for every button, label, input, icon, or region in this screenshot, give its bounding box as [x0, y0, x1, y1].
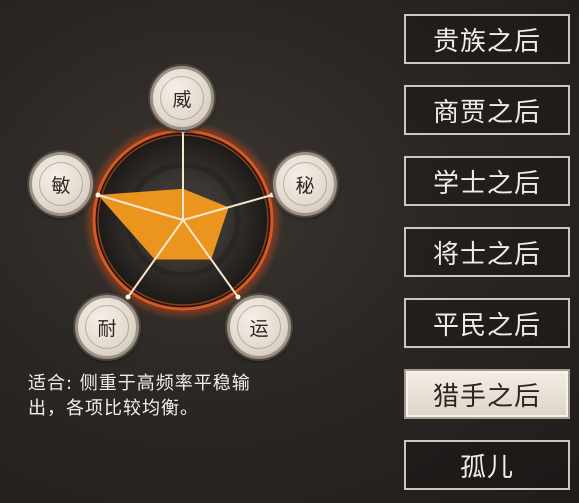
origin-soldier-label: 将士之后 — [432, 239, 541, 270]
origin-description: 适合: 侧重于高频率平稳输 出，各项比较均衡。 — [28, 371, 348, 421]
stat-mystery-label: 秘 — [295, 174, 315, 197]
origin-hunter-button[interactable]: 猎手之后 — [404, 369, 570, 419]
stat-endurance-label: 耐 — [97, 317, 117, 340]
stat-prestige-medallion: 威 — [150, 66, 214, 130]
stat-prestige-label: 威 — [172, 88, 192, 111]
origin-merchant-label: 商贾之后 — [432, 97, 541, 128]
origin-commoner-button[interactable]: 平民之后 — [404, 298, 570, 348]
origin-soldier-button[interactable]: 将士之后 — [404, 227, 570, 277]
origin-commoner-label: 平民之后 — [432, 310, 541, 341]
stat-agility-label: 敏 — [51, 174, 71, 197]
stat-luck-medallion: 运 — [227, 295, 291, 359]
origin-noble-label: 贵族之后 — [432, 26, 541, 57]
origin-description-line2: 出，各项比较均衡。 — [28, 398, 199, 419]
stat-mystery-medallion: 秘 — [273, 152, 337, 216]
radar-spoke-tip-luck — [235, 294, 241, 300]
stat-luck-label: 运 — [249, 317, 269, 340]
origin-noble-button[interactable]: 贵族之后 — [404, 14, 570, 64]
origin-orphan-button[interactable]: 孤儿 — [404, 440, 570, 490]
origin-merchant-button[interactable]: 商贾之后 — [404, 85, 570, 135]
stat-agility-medallion: 敏 — [29, 152, 93, 216]
origin-hunter-label: 猎手之后 — [432, 381, 541, 412]
radar-spoke-tip-endurance — [125, 294, 131, 300]
radar-spoke-tip-agility — [95, 192, 101, 198]
character-origin-screen: 威 秘 运 耐 敏 适合: 侧重于高频率平稳输 出，各项比较均衡。 贵族之后 商… — [0, 0, 579, 503]
stat-endurance-medallion: 耐 — [75, 295, 139, 359]
origin-scholar-label: 学士之后 — [432, 168, 541, 199]
origin-scholar-button[interactable]: 学士之后 — [404, 156, 570, 206]
origin-description-line1: 适合: 侧重于高频率平稳输 — [28, 373, 251, 394]
origin-orphan-label: 孤儿 — [459, 452, 514, 483]
